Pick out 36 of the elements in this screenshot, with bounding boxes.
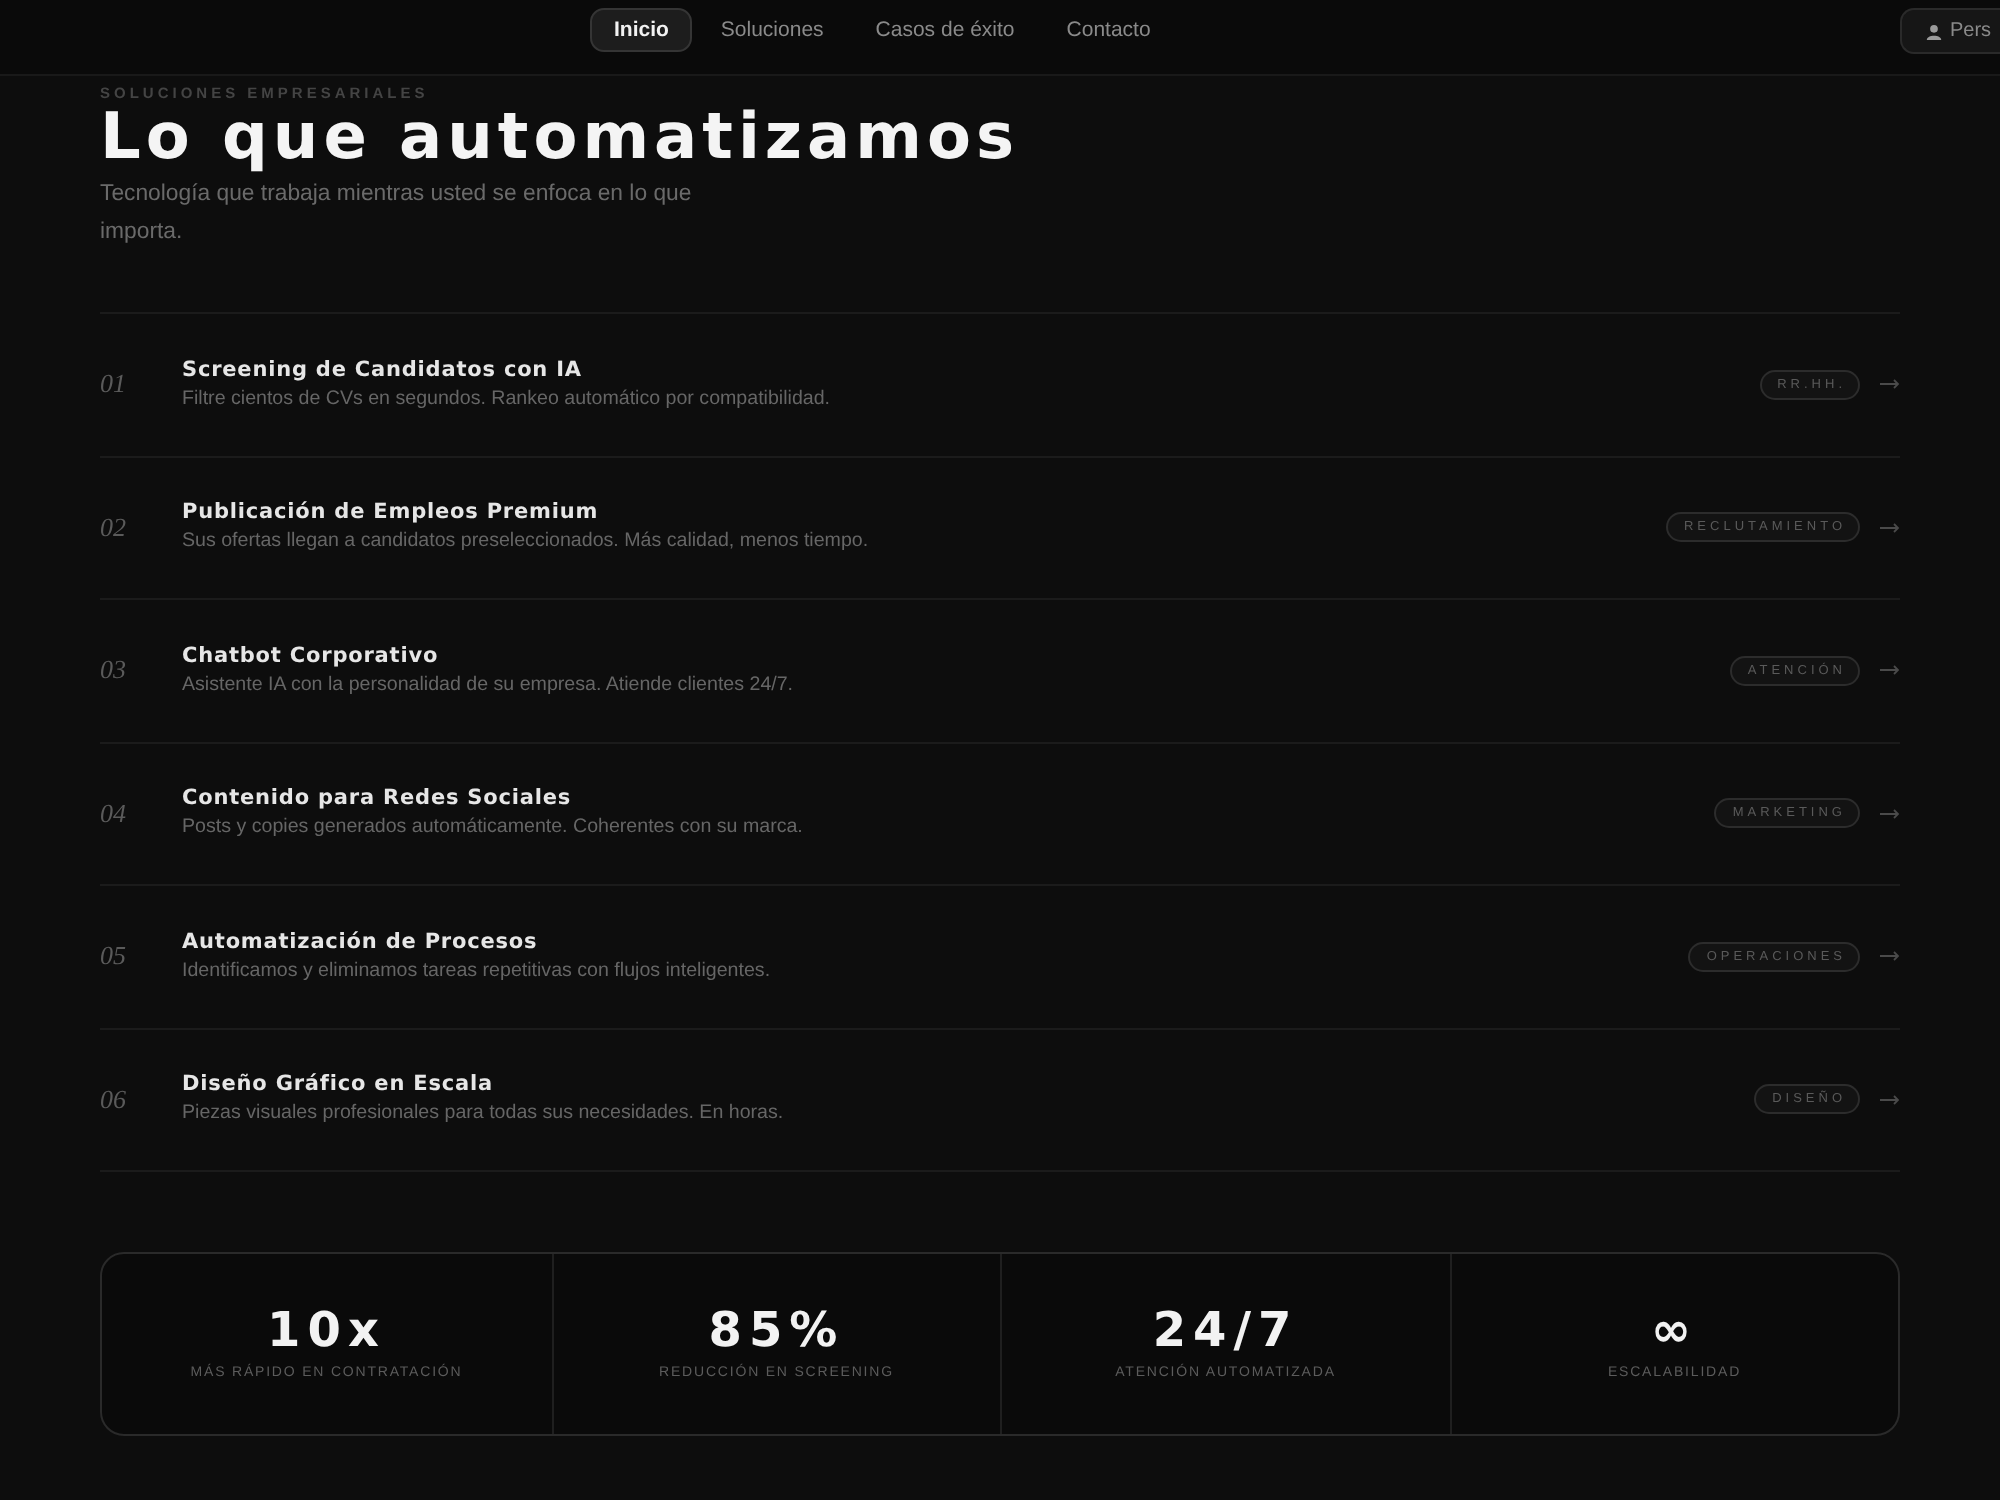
service-description: Sus ofertas llegan a candidatos preseleccionados. Más calidad, menos tiempo. bbox=[182, 530, 869, 555]
service-description: Identificamos y eliminamos tareas repetitivas con flujos inteligentes. bbox=[182, 959, 771, 984]
arrow-right-icon bbox=[1880, 664, 1900, 677]
service-description: Asistente IA con la personalidad de su empresa. Atiende clientes 24/7. bbox=[182, 673, 794, 698]
service-number: 06 bbox=[100, 1083, 126, 1116]
service-number: 03 bbox=[100, 654, 126, 687]
nav-link[interactable]: Contacto bbox=[1042, 8, 1175, 52]
nav-link[interactable]: Casos de éxito bbox=[851, 8, 1039, 52]
service-number: 02 bbox=[100, 511, 126, 544]
nav-link[interactable]: Soluciones bbox=[696, 8, 848, 52]
service-title: Publicación de Empleos Premium bbox=[182, 500, 599, 527]
arrow-right-icon bbox=[1880, 521, 1900, 534]
service-number: 01 bbox=[100, 368, 126, 401]
nav-link[interactable]: Inicio bbox=[590, 8, 693, 52]
stat-value: 24/7 bbox=[1152, 1306, 1299, 1354]
service-description: Posts y copies generados automáticamente. Coherentes con su marca. bbox=[182, 816, 803, 841]
service-description: Filtre cientos de CVs en segundos. Rankeo automático por compatibilidad. bbox=[182, 387, 831, 412]
section-title: Lo que automatizamos bbox=[100, 104, 1019, 168]
stat-value: ∞ bbox=[1651, 1306, 1698, 1354]
service-title: Automatización de Procesos bbox=[182, 929, 538, 956]
arrow-right-icon bbox=[1880, 950, 1900, 963]
service-title: Screening de Candidatos con IA bbox=[182, 357, 582, 384]
service-number: 04 bbox=[100, 797, 126, 830]
arrow-right-icon bbox=[1880, 807, 1900, 820]
arrow-right-icon bbox=[1880, 1093, 1900, 1106]
stat-value: 85% bbox=[708, 1306, 845, 1354]
account-button[interactable]: Pers bbox=[1900, 8, 2000, 54]
stat-value: 10x bbox=[267, 1306, 386, 1354]
service-number: 05 bbox=[100, 940, 126, 973]
service-title: Diseño Gráfico en Escala bbox=[182, 1072, 493, 1099]
section-subtitle: Tecnología que trabaja mientras usted se enfoca en lo que importa. bbox=[100, 180, 694, 248]
service-title: Chatbot Corporativo bbox=[182, 643, 439, 670]
arrow-right-icon bbox=[1880, 378, 1900, 391]
service-description: Piezas visuales profesionales para todas sus necesidades. En horas. bbox=[182, 1102, 784, 1127]
person-icon bbox=[1926, 23, 1942, 39]
service-title: Contenido para Redes Sociales bbox=[182, 786, 572, 813]
